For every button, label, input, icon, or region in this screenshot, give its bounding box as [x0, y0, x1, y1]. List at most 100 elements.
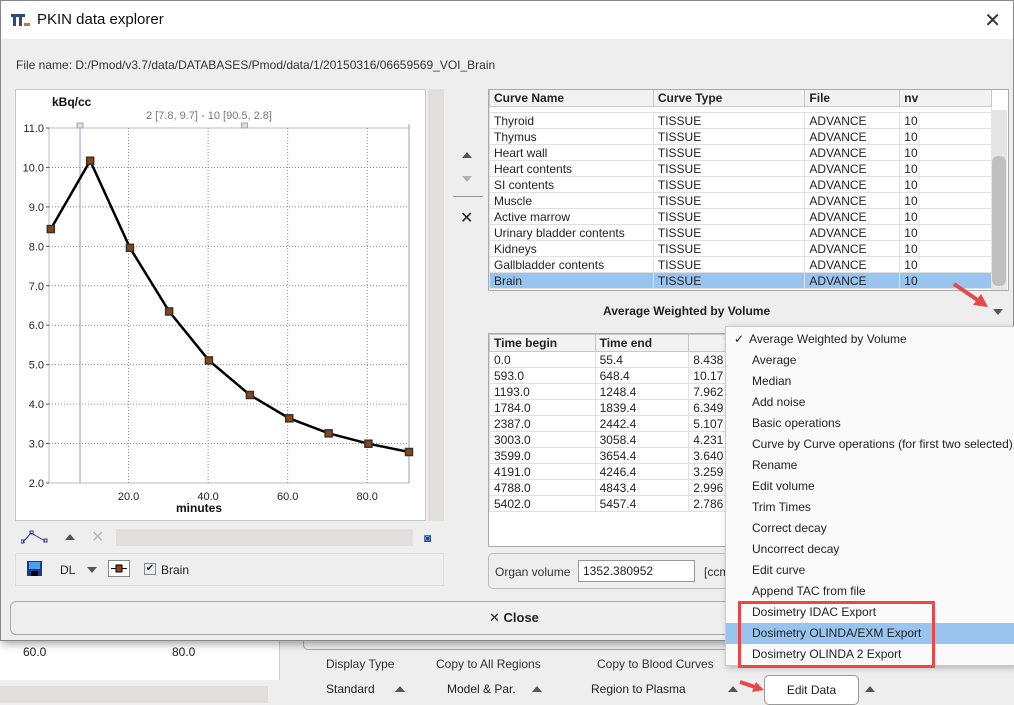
- table-cell: 8.438: [688, 351, 727, 368]
- menu-item[interactable]: ✓ Average Weighted by Volume: [726, 329, 1014, 350]
- table-cell: ADVANCE: [804, 208, 901, 225]
- table-row[interactable]: Kidneys TISSUE ADVANCE 10: [489, 240, 992, 257]
- menu-item[interactable]: Append TAC from file: [726, 581, 1014, 602]
- copy-all-regions-label[interactable]: Copy to All Regions: [436, 657, 541, 671]
- table-row[interactable]: Heart wall TISSUE ADVANCE 10: [489, 144, 992, 161]
- table-cell: ADVANCE: [804, 160, 901, 177]
- format-select[interactable]: DL: [60, 563, 75, 577]
- curve-style-icon[interactable]: [21, 529, 49, 545]
- table-cell: 3599.0: [489, 447, 596, 464]
- table-row[interactable]: 3003.0 3058.4 4.231: [489, 431, 727, 448]
- table-row[interactable]: 5402.0 5457.4 2.786: [489, 495, 727, 512]
- menu-item-label: Rename: [752, 458, 798, 472]
- triangle-up-icon[interactable]: [728, 686, 738, 692]
- table-row[interactable]: Active marrow TISSUE ADVANCE 10: [489, 208, 992, 225]
- menu-item[interactable]: Rename: [726, 455, 1014, 476]
- table-cell: ADVANCE: [804, 128, 901, 145]
- triangle-up-icon[interactable]: [532, 686, 542, 692]
- menu-item[interactable]: Trim Times: [726, 497, 1014, 518]
- column-header[interactable]: File: [804, 90, 901, 107]
- menu-item-label: Append TAC from file: [752, 584, 866, 598]
- legend-checkbox[interactable]: ✔: [144, 563, 156, 575]
- file-name: File name: D:/Pmod/v3.7/data/DATABASES/P…: [16, 58, 496, 72]
- column-header[interactable]: Curve Type: [652, 90, 806, 107]
- data-point: [245, 390, 255, 400]
- menu-item[interactable]: Average: [726, 350, 1014, 371]
- display-type-select[interactable]: Standard: [326, 682, 375, 696]
- line-style-icon[interactable]: [108, 560, 130, 577]
- operation-dropdown-icon[interactable]: [993, 309, 1003, 315]
- table-cell: 55.4: [594, 351, 690, 368]
- reset-view-icon[interactable]: ◙: [424, 531, 431, 545]
- save-icon[interactable]: [27, 561, 42, 576]
- triangle-up-icon[interactable]: [865, 686, 875, 692]
- table-row[interactable]: 593.0 648.4 10.17: [489, 367, 727, 384]
- pmod-logo-icon: [11, 14, 30, 26]
- table-cell: TISSUE: [652, 144, 806, 161]
- table-cell: Gallbladder contents: [489, 256, 654, 273]
- curve-table-scroll-thumb[interactable]: [992, 156, 1006, 286]
- chart-vertical-scrollbar[interactable]: [428, 89, 444, 521]
- table-cell: TISSUE: [652, 112, 806, 129]
- triangle-up-icon[interactable]: [65, 534, 75, 540]
- table-row[interactable]: Brain TISSUE ADVANCE 10: [489, 272, 992, 289]
- table-row[interactable]: 2387.0 2442.4 5.107: [489, 415, 727, 432]
- table-row[interactable]: 0.0 55.4 8.438: [489, 351, 727, 368]
- table-row[interactable]: Urinary bladder contents TISSUE ADVANCE 10: [489, 224, 992, 241]
- menu-item[interactable]: Uncorrect decay: [726, 539, 1014, 560]
- table-row[interactable]: SI contents TISSUE ADVANCE 10: [489, 176, 992, 193]
- table-cell: 10: [899, 208, 992, 225]
- menu-item[interactable]: Median: [726, 371, 1014, 392]
- menu-item[interactable]: Curve by Curve operations (for first two…: [726, 434, 1014, 455]
- tac-chart[interactable]: 2.03.04.05.06.07.08.09.010.011.020.0 40.0…: [16, 90, 427, 522]
- edit-data-button[interactable]: Edit Data: [764, 675, 859, 705]
- menu-item[interactable]: Add noise: [726, 392, 1014, 413]
- table-cell: 10: [899, 128, 992, 145]
- chart-horizontal-scrollbar[interactable]: [116, 529, 413, 546]
- table-row[interactable]: Thymus TISSUE ADVANCE 10: [489, 128, 992, 145]
- column-header[interactable]: Time end: [594, 334, 690, 352]
- menu-item[interactable]: Basic operations: [726, 413, 1014, 434]
- copy-blood-label[interactable]: Copy to Blood Curves: [597, 657, 714, 671]
- organ-volume-input[interactable]: 1352.380952: [578, 560, 695, 582]
- move-down-icon[interactable]: [462, 176, 472, 182]
- table-row[interactable]: Thyroid TISSUE ADVANCE 10: [489, 112, 992, 129]
- model-par-select[interactable]: Model & Par.: [447, 682, 516, 696]
- menu-item-label: Median: [752, 374, 792, 388]
- table-cell: 3654.4: [594, 447, 690, 464]
- table-row[interactable]: 4788.0 4843.4 2.996: [489, 479, 727, 496]
- column-header[interactable]: V: [688, 334, 727, 352]
- tac-table: Time beginTime endV 0.055.48.438593.0648…: [488, 333, 728, 547]
- table-row[interactable]: 4191.0 4246.4 3.259: [489, 463, 727, 480]
- menu-item[interactable]: Correct decay: [726, 518, 1014, 539]
- menu-item[interactable]: Edit volume: [726, 476, 1014, 497]
- move-up-icon[interactable]: [462, 152, 472, 158]
- triangle-down-icon[interactable]: [87, 567, 97, 573]
- column-header[interactable]: nv: [899, 90, 992, 107]
- column-header[interactable]: Curve Name: [489, 90, 654, 107]
- table-row[interactable]: 1193.0 1248.4 7.962: [489, 383, 727, 400]
- column-header[interactable]: Time begin: [489, 334, 596, 352]
- table-row[interactable]: 1784.0 1839.4 6.349: [489, 399, 727, 416]
- x-axis-label: minutes: [176, 501, 222, 515]
- table-row[interactable]: Gallbladder contents TISSUE ADVANCE 10: [489, 256, 992, 273]
- table-cell: 10.17: [688, 367, 727, 384]
- table-row[interactable]: Muscle TISSUE ADVANCE 10: [489, 192, 992, 209]
- bg-scrollbar[interactable]: [0, 686, 268, 703]
- close-icon[interactable]: ✕: [984, 8, 1001, 33]
- region-plasma-select[interactable]: Region to Plasma: [591, 682, 686, 696]
- table-row[interactable]: Heart contents TISSUE ADVANCE 10: [489, 160, 992, 177]
- table-row[interactable]: 3599.0 3654.4 3.640: [489, 447, 727, 464]
- menu-item[interactable]: Edit curve: [726, 560, 1014, 581]
- x-tick-label: 20.0: [118, 491, 139, 503]
- close-button[interactable]: ✕ Close: [489, 610, 539, 626]
- highlight-box: [738, 601, 935, 668]
- menu-item-label: Add noise: [752, 395, 806, 409]
- delete-icon[interactable]: ✕: [91, 527, 104, 547]
- triangle-up-icon[interactable]: [395, 686, 405, 692]
- menu-item-label: Average: [752, 353, 797, 367]
- remove-icon[interactable]: ✕: [460, 208, 473, 228]
- red-arrow-icon: [739, 680, 764, 692]
- y-tick-label: 11.0: [23, 123, 44, 135]
- plot-area: [48, 127, 410, 484]
